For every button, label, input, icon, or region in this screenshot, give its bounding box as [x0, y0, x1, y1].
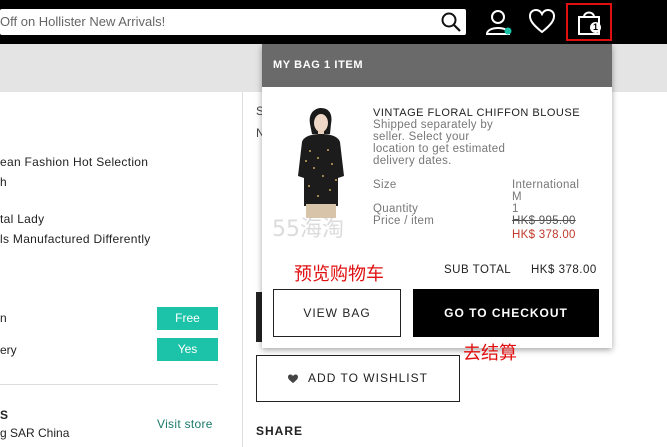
- search-bar[interactable]: Off on Hollister New Arrivals!: [0, 9, 466, 35]
- option-label: ery: [0, 343, 17, 357]
- quantity-value: 1: [512, 203, 519, 215]
- heart-icon[interactable]: [528, 8, 556, 34]
- wishlist-label: ADD TO WISHLIST: [308, 371, 428, 385]
- share-heading: SHARE: [256, 424, 304, 438]
- size-value: International: [512, 179, 580, 191]
- subtotal-value: HK$ 378.00: [531, 264, 597, 276]
- store-title: S: [0, 408, 9, 422]
- sale-price: HK$ 378.00: [512, 229, 576, 241]
- top-bar: Off on Hollister New Arrivals! 1: [0, 0, 667, 44]
- feature-text: tal Lady: [0, 212, 45, 226]
- option-label: n: [0, 311, 7, 325]
- view-bag-button[interactable]: VIEW BAG: [273, 289, 401, 337]
- shipping-note: Shipped separately by seller. Select you…: [373, 119, 506, 167]
- price-label: Price / item: [373, 215, 435, 227]
- bag-count-badge: 1: [590, 22, 601, 33]
- heart-icon: [288, 374, 299, 383]
- add-to-wishlist-button[interactable]: ADD TO WISHLIST: [256, 355, 460, 402]
- account-icon[interactable]: [484, 7, 514, 37]
- search-input[interactable]: Off on Hollister New Arrivals!: [0, 14, 165, 29]
- divider: [0, 384, 218, 385]
- product-details-column: ean Fashion Hot Selection h tal Lady ls …: [0, 92, 242, 447]
- feature-text: ls Manufactured Differently: [0, 232, 151, 246]
- mini-bag-dropdown: MY BAG 1 ITEM VINTAGE FLORAL CHIFFON BLO…: [262, 44, 612, 348]
- checkout-annotation: 去结算: [463, 343, 517, 364]
- free-badge: Free: [157, 307, 218, 330]
- bag-header: MY BAG 1 ITEM: [262, 44, 612, 87]
- search-icon[interactable]: [440, 11, 462, 33]
- checkout-button[interactable]: GO TO CHECKOUT: [413, 289, 599, 337]
- feature-text: ean Fashion Hot Selection: [0, 155, 149, 169]
- preview-cart-annotation: 预览购物车: [294, 264, 384, 285]
- yes-badge: Yes: [157, 338, 218, 361]
- product-name[interactable]: VINTAGE FLORAL CHIFFON BLOUSE: [373, 107, 580, 119]
- size-value: M: [512, 191, 522, 203]
- subtotal-label: SUB TOTAL: [444, 264, 512, 276]
- store-location: g SAR China: [0, 426, 70, 440]
- feature-text: h: [0, 175, 7, 189]
- quantity-label: Quantity: [373, 203, 419, 215]
- bag-header-title: MY BAG 1 ITEM: [273, 59, 364, 71]
- original-price: HK$ 995.00: [512, 215, 576, 227]
- column-divider: [242, 92, 243, 447]
- visit-store-link[interactable]: Visit store: [157, 417, 213, 431]
- size-label: Size: [373, 179, 397, 191]
- product-image[interactable]: [288, 106, 352, 218]
- watermark: 55海淘: [272, 217, 344, 242]
- bag-button[interactable]: 1: [566, 3, 612, 41]
